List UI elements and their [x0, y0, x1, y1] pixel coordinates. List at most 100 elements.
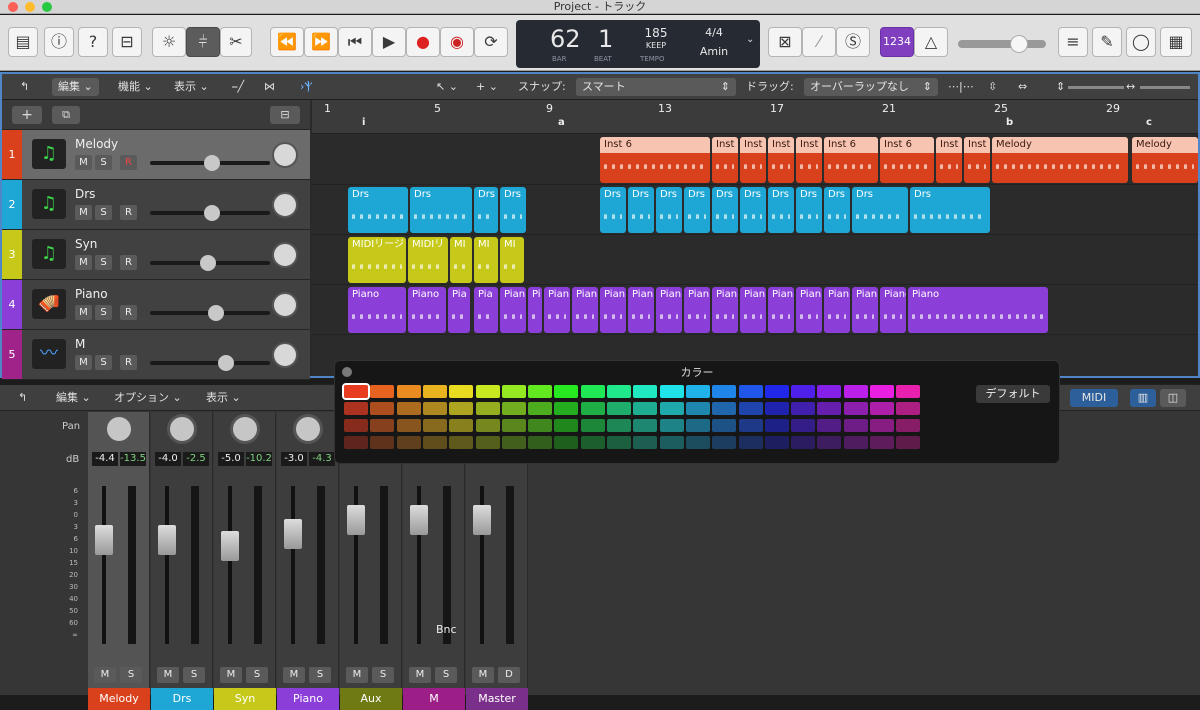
color-swatch[interactable]: [896, 402, 921, 415]
inspector-icon[interactable]: ⓘ: [44, 27, 74, 57]
smart-controls-icon[interactable]: ☼: [152, 27, 186, 57]
volume-fader[interactable]: [347, 505, 365, 535]
region-piano[interactable]: Pian: [572, 287, 598, 333]
color-swatch[interactable]: [896, 385, 921, 398]
tracks-view-icon[interactable]: ◫: [1160, 389, 1186, 407]
track-name[interactable]: Piano: [75, 287, 108, 301]
color-swatch[interactable]: [685, 419, 710, 432]
automation-icon[interactable]: ⎯╱: [232, 78, 244, 96]
color-swatch[interactable]: [475, 436, 500, 449]
region-syn[interactable]: MI: [500, 237, 524, 283]
volume-knob[interactable]: [200, 255, 216, 271]
region-syn[interactable]: MI: [450, 237, 472, 283]
color-swatch[interactable]: [712, 419, 737, 432]
color-swatch[interactable]: [633, 385, 658, 398]
color-swatch[interactable]: [738, 402, 763, 415]
color-swatch[interactable]: [475, 419, 500, 432]
channel-name[interactable]: M: [403, 688, 465, 710]
region-piano[interactable]: Piano: [908, 287, 1048, 333]
channel-name[interactable]: Piano: [277, 688, 339, 710]
region-melody[interactable]: Inst: [740, 137, 766, 183]
color-swatch[interactable]: [449, 402, 474, 415]
region-piano[interactable]: Pian: [684, 287, 710, 333]
volume-knob[interactable]: [204, 205, 220, 221]
pan-knob[interactable]: [230, 414, 260, 444]
region-piano[interactable]: Piano: [408, 287, 446, 333]
volume-slider[interactable]: [150, 255, 270, 271]
color-swatch[interactable]: [659, 436, 684, 449]
ruler[interactable]: 1 5 9 13 17 21 25 29 i a b c: [312, 100, 1198, 134]
solo-button[interactable]: S: [435, 667, 457, 683]
color-swatch[interactable]: [712, 436, 737, 449]
region-melody[interactable]: Inst: [964, 137, 990, 183]
region-piano[interactable]: Pian: [796, 287, 822, 333]
horizontal-zoom-slider[interactable]: [1140, 86, 1190, 89]
channel-name[interactable]: Melody: [88, 688, 150, 710]
color-swatch[interactable]: [396, 436, 421, 449]
track-lane-drs[interactable]: Drs Drs Drs Drs Drs Drs Drs Drs Drs Drs Drs Drs Drs D…: [312, 185, 1198, 235]
color-swatch[interactable]: [528, 436, 553, 449]
region-melody[interactable]: Inst: [936, 137, 962, 183]
record-enable-button[interactable]: R: [120, 155, 137, 170]
pan-knob[interactable]: [272, 242, 298, 268]
vertical-zoom-icon[interactable]: ⇳: [988, 78, 997, 96]
waveform-icon[interactable]: 〰: [32, 339, 66, 369]
volume-fader[interactable]: [284, 519, 302, 549]
pointer-tool-icon[interactable]: ↖ ⌄: [436, 78, 458, 96]
track-header-m[interactable]: 5 〰 M M S R: [2, 330, 310, 380]
track-header-melody[interactable]: 1 ♫ Melody M S R: [2, 130, 310, 180]
record-enable-button[interactable]: R: [120, 205, 137, 220]
list-editors-icon[interactable]: ≡: [1058, 27, 1088, 57]
channel-strip-piano[interactable]: -3.0 -4.3 M S Piano: [277, 412, 339, 710]
color-swatch[interactable]: [422, 419, 447, 432]
region-melody[interactable]: Inst 6: [880, 137, 934, 183]
volume-slider[interactable]: [150, 355, 270, 371]
color-swatch[interactable]: [607, 436, 631, 449]
region-piano[interactable]: Piano: [348, 287, 406, 333]
region-drs[interactable]: Drs: [628, 187, 654, 233]
color-swatch[interactable]: [370, 436, 395, 449]
color-swatch[interactable]: [738, 419, 763, 432]
pan-knob[interactable]: [104, 414, 134, 444]
music-note-icon[interactable]: ♫: [32, 189, 66, 219]
toolbar-toggle-icon[interactable]: ⊟: [112, 27, 142, 57]
back-icon[interactable]: ↰: [20, 78, 29, 96]
record-icon[interactable]: ●: [406, 27, 440, 57]
vertical-zoom-slider[interactable]: [1068, 86, 1124, 89]
channel-strip-drs[interactable]: -4.0 -2.5 M S Drs: [151, 412, 213, 710]
region-piano[interactable]: Pia: [448, 287, 470, 333]
region-piano[interactable]: Pian: [824, 287, 850, 333]
mute-button[interactable]: M: [94, 667, 116, 683]
region-piano[interactable]: Pian: [768, 287, 794, 333]
track-name[interactable]: M: [75, 337, 85, 351]
color-swatch[interactable]: [554, 436, 579, 449]
color-swatch[interactable]: [449, 419, 474, 432]
color-swatch[interactable]: [449, 385, 474, 398]
volume-fader[interactable]: [473, 505, 491, 535]
volume-knob[interactable]: [208, 305, 224, 321]
track-header-piano[interactable]: 4 🪗 Piano M S R: [2, 280, 310, 330]
mute-button[interactable]: M: [75, 305, 92, 320]
help-icon[interactable]: ?: [78, 27, 108, 57]
color-swatch[interactable]: [580, 402, 605, 415]
loop-browser-icon[interactable]: ◯: [1126, 27, 1156, 57]
go-to-start-icon[interactable]: ⏮: [338, 27, 372, 57]
region-syn[interactable]: MIDIリージ: [348, 237, 406, 283]
volume-knob[interactable]: [204, 155, 220, 171]
color-swatch[interactable]: [659, 419, 684, 432]
region-melody[interactable]: Inst: [768, 137, 794, 183]
region-melody[interactable]: Inst: [712, 137, 738, 183]
replace-icon[interactable]: ⊠: [768, 27, 802, 57]
master-volume-knob[interactable]: [1010, 35, 1028, 53]
volume-slider[interactable]: [150, 155, 270, 171]
color-swatch[interactable]: [659, 402, 684, 415]
region-melody[interactable]: Inst 6: [600, 137, 710, 183]
scissors-icon[interactable]: ✂: [220, 27, 252, 57]
catch-icon[interactable]: ›Ⲯ: [300, 78, 313, 96]
color-swatch[interactable]: [607, 402, 631, 415]
region-piano[interactable]: Pia: [474, 287, 498, 333]
volume-slider[interactable]: [150, 305, 270, 321]
region-drs[interactable]: Drs: [410, 187, 472, 233]
color-swatch[interactable]: [501, 385, 526, 398]
color-swatch[interactable]: [580, 385, 605, 398]
